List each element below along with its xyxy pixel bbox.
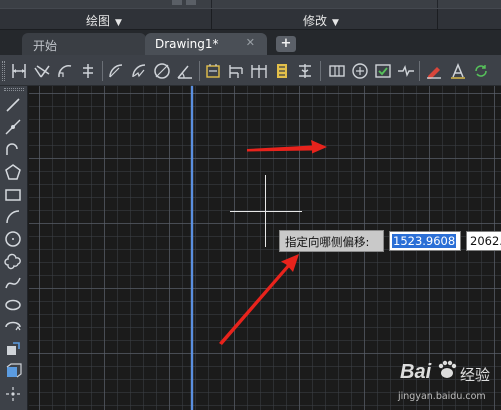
tab-drawing1[interactable]: Drawing1* ✕ (145, 33, 267, 55)
panel-draw-label: 绘图 (86, 14, 111, 28)
dim-edit-icon[interactable] (425, 62, 443, 80)
dynamic-input-prompt: 指定向哪侧偏移: (279, 230, 384, 252)
dim-arc-icon[interactable] (56, 62, 74, 80)
point-icon[interactable] (4, 385, 22, 403)
spline-icon[interactable] (4, 274, 22, 292)
divider (437, 9, 438, 31)
tab-start[interactable]: 开始 (22, 33, 146, 55)
dim-aligned-icon[interactable] (33, 62, 51, 80)
construction-line-icon[interactable] (4, 118, 22, 136)
make-block-icon[interactable] (4, 362, 22, 380)
chevron-down-icon: ▼ (332, 18, 339, 28)
ribbon-button-stub[interactable] (186, 0, 196, 5)
ribbon-panel-row: 绘图 ▼ 修改 ▼ (0, 8, 501, 31)
divider (211, 9, 212, 31)
dimension-toolbar (0, 55, 501, 86)
selected-line[interactable] (191, 86, 193, 410)
dim-diameter-icon[interactable] (153, 62, 171, 80)
text-edit-icon[interactable] (449, 62, 467, 80)
polygon-icon[interactable] (4, 163, 22, 181)
circle-icon[interactable] (4, 230, 22, 248)
dim-linear-icon[interactable] (10, 62, 28, 80)
jogged-linear-icon[interactable] (397, 62, 415, 80)
continue-dim-icon[interactable] (250, 62, 268, 80)
ellipse-arc-icon[interactable] (4, 318, 22, 336)
divider (437, 0, 438, 8)
dim-space-icon[interactable] (273, 62, 291, 80)
divider (211, 0, 212, 8)
panel-modify-label: 修改 (303, 14, 328, 28)
chevron-down-icon: ▼ (115, 18, 122, 28)
watermark-brand: Bai (400, 361, 432, 383)
toolbar-grip[interactable] (4, 88, 24, 91)
rectangle-icon[interactable] (4, 186, 22, 204)
dim-ordinate-icon[interactable] (79, 62, 97, 80)
file-tab-bar: 开始 Drawing1* ✕ (0, 30, 501, 55)
second-coordinate-input[interactable]: 2062. (466, 231, 501, 251)
dim-radius-icon[interactable] (107, 62, 125, 80)
quick-dim-icon[interactable] (204, 62, 222, 80)
offset-distance-input[interactable]: 1523.9608 (389, 231, 461, 251)
crosshair-cursor (265, 175, 266, 247)
line-icon[interactable] (4, 96, 22, 114)
tolerance-icon[interactable] (328, 62, 346, 80)
divider (419, 61, 420, 81)
crosshair-cursor (230, 211, 302, 212)
baidu-jingyan-watermark: Bai 经验 jingyan.baidu.com (392, 355, 501, 410)
revcloud-icon[interactable] (4, 252, 22, 270)
draw-toolbar (0, 86, 28, 410)
panel-modify-title[interactable]: 修改 ▼ (303, 12, 339, 29)
dim-break-icon[interactable] (296, 62, 314, 80)
ribbon-button-stub[interactable] (172, 0, 182, 5)
divider (320, 61, 321, 81)
polyline-icon[interactable] (4, 140, 22, 158)
close-icon[interactable]: ✕ (246, 36, 255, 49)
dim-angular-icon[interactable] (176, 62, 194, 80)
dim-jogged-icon[interactable] (130, 62, 148, 80)
panel-draw-title[interactable]: 绘图 ▼ (86, 12, 122, 29)
toolbar-grip[interactable] (2, 61, 5, 81)
ribbon-top-strip (0, 0, 501, 8)
inspect-icon[interactable] (374, 62, 392, 80)
dim-update-icon[interactable] (472, 62, 490, 80)
watermark-brand-suffix: 经验 (460, 366, 491, 384)
tab-start-label: 开始 (33, 39, 58, 53)
new-tab-button[interactable]: + (276, 36, 296, 52)
paw-logo-icon (438, 360, 457, 378)
arc-icon[interactable] (4, 208, 22, 226)
offset-distance-value: 1523.9608 (392, 234, 457, 248)
tab-drawing1-label: Drawing1* (155, 37, 219, 51)
watermark-url: jingyan.baidu.com (398, 391, 486, 402)
baseline-dim-icon[interactable] (227, 62, 245, 80)
ellipse-icon[interactable] (4, 296, 22, 314)
divider (102, 61, 103, 81)
insert-block-icon[interactable] (4, 340, 22, 358)
divider (199, 61, 200, 81)
center-mark-icon[interactable] (351, 62, 369, 80)
